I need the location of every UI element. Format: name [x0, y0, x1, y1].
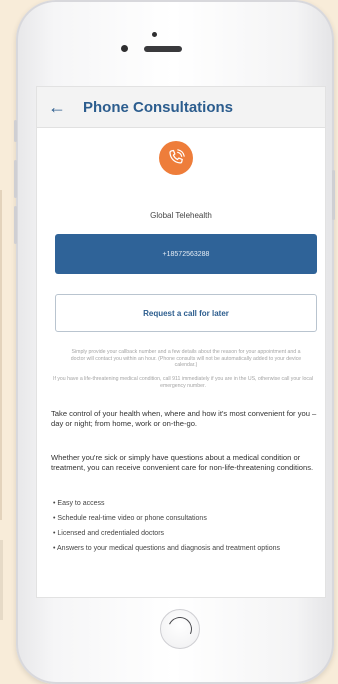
- background-edge: [0, 190, 2, 520]
- list-item: • Easy to access: [53, 500, 105, 507]
- emergency-notice: If you have a life-threatening medical c…: [53, 376, 313, 389]
- page-title: Phone Consultations: [83, 98, 233, 116]
- background-edge-lower: [0, 540, 3, 620]
- callback-notice: Simply provide your callback number and …: [70, 349, 302, 369]
- earpiece-speaker: [144, 46, 182, 52]
- phone-number-label: +18572563288: [162, 250, 210, 258]
- front-camera-dot: [152, 32, 157, 37]
- list-item: • Schedule real-time video or phone cons…: [53, 515, 207, 522]
- app-bar: ← Phone Consultations: [37, 87, 325, 128]
- list-item: • Licensed and credentialed doctors: [53, 530, 165, 537]
- volume-down-button: [14, 206, 17, 244]
- phone-call-glyph: [169, 149, 185, 164]
- power-button: [332, 170, 335, 220]
- volume-up-button: [14, 160, 17, 198]
- front-camera: [121, 45, 128, 52]
- mute-switch: [14, 120, 17, 142]
- request-call-button[interactable]: Request a call for later: [55, 294, 317, 332]
- phone-call-icon: [159, 141, 193, 175]
- benefits-list: • Easy to access • Schedule real-time vi…: [53, 499, 315, 559]
- provider-name: Global Telehealth: [150, 211, 212, 220]
- app-screen: ← Phone Consultations Global Telehealth …: [37, 87, 325, 597]
- request-call-label: Request a call for later: [143, 308, 229, 318]
- list-item-text: Licensed and credentialed doctors: [57, 530, 165, 537]
- list-item-text: Easy to access: [57, 500, 105, 507]
- intro-paragraph: Take control of your health when, where …: [51, 409, 317, 428]
- list-item-text: Schedule real-time video or phone consul…: [57, 515, 207, 522]
- call-number-button[interactable]: +18572563288: [55, 234, 317, 274]
- arrow-left-icon[interactable]: ←: [37, 97, 77, 118]
- list-item: • Answers to your medical questions and …: [53, 545, 280, 552]
- list-item-text: Answers to your medical questions and di…: [57, 545, 280, 552]
- care-paragraph: Whether you're sick or simply have quest…: [51, 453, 314, 472]
